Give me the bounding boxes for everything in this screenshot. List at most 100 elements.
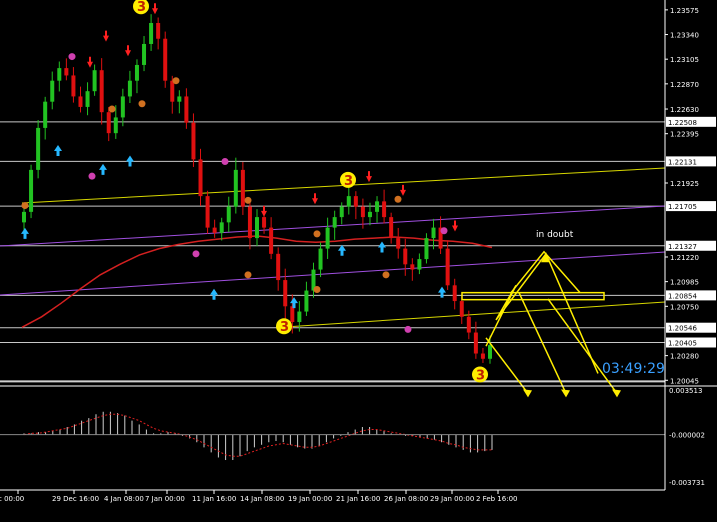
y-tick-label: 1.22630: [670, 106, 699, 114]
candle-body: [403, 248, 408, 265]
y-tick-label: 1.20280: [670, 353, 699, 361]
candle-body: [276, 253, 281, 281]
x-tick-label: 21 Jan 16:00: [336, 495, 380, 503]
candle-body: [332, 217, 337, 228]
fractal-marker-magenta: [221, 157, 229, 165]
candle-body: [417, 259, 422, 270]
fractal-marker-magenta: [440, 227, 448, 235]
candle-body: [113, 117, 118, 134]
fractal-marker-orange: [394, 195, 402, 203]
candle-body: [304, 290, 309, 312]
x-tick-label: 29 Jan 00:00: [430, 495, 474, 503]
x-tick-label: 29 Dec 16:00: [52, 495, 99, 503]
candle-body: [410, 264, 415, 270]
fractal-marker-orange: [313, 230, 321, 238]
y-tick-label: 1.20985: [670, 279, 699, 287]
candle-body: [488, 345, 492, 359]
candle-body: [29, 169, 34, 212]
candle-body: [219, 222, 224, 233]
y-tick-label: 1.23575: [670, 7, 699, 15]
x-tick-label: c 00:00: [0, 495, 24, 503]
candle-body: [466, 316, 471, 333]
candle-body: [247, 206, 252, 239]
candle-body: [57, 68, 62, 81]
y-tick-label: 1.23105: [670, 56, 699, 64]
y-tick-label: 1.21220: [670, 254, 699, 262]
fractal-marker-orange: [138, 100, 146, 108]
candle-body: [262, 217, 267, 228]
candle-body: [452, 285, 457, 302]
wave-3-text: 3: [344, 174, 353, 189]
fractal-marker-orange: [244, 271, 252, 279]
fractal-marker-magenta: [88, 172, 96, 180]
candle-body: [297, 311, 302, 323]
candle-body: [36, 127, 41, 170]
candle-body: [212, 227, 217, 233]
chart-canvas: 1.22508 1.22131 1.21705 1.21327 1.20854 1.205…: [0, 0, 717, 518]
candle-body: [389, 217, 394, 239]
fractal-marker-orange: [21, 202, 29, 210]
candle-body: [445, 248, 450, 286]
y-tick-label: 1.22395: [670, 131, 699, 139]
level-price-label: 1.22131: [668, 158, 697, 166]
candle-body: [226, 206, 231, 223]
candle-body: [459, 301, 464, 317]
wave-3-text: 3: [280, 320, 289, 335]
candle-body: [71, 75, 76, 97]
candle-body: [339, 206, 344, 218]
candle-body: [99, 70, 104, 113]
candle-body: [205, 196, 210, 228]
candle-body: [22, 211, 26, 223]
candle-body: [127, 80, 132, 97]
wave-3-text: 3: [476, 369, 485, 384]
x-tick-label: 2 Feb 16:00: [476, 495, 517, 503]
fractal-marker-orange: [313, 286, 321, 294]
x-tick-label: 26 Jan 08:00: [384, 495, 428, 503]
candle-body: [290, 306, 295, 323]
candle-body: [78, 96, 83, 107]
candle-body: [473, 332, 478, 354]
candle-body: [177, 96, 182, 102]
candle-body: [50, 80, 55, 102]
candle-body: [325, 227, 330, 249]
candle-body: [353, 196, 358, 207]
candle-body: [375, 201, 380, 212]
oscillator-tick-label: -0.000002: [669, 432, 705, 440]
x-tick-label: 11 Jan 16:00: [192, 495, 236, 503]
x-tick-label: 14 Jan 08:00: [240, 495, 284, 503]
in-doubt-annotation: in doubt: [536, 230, 574, 240]
candle-body: [346, 196, 351, 207]
level-price-label: 1.20405: [668, 340, 697, 348]
candle-body: [269, 227, 274, 254]
y-tick-label: 1.23340: [670, 32, 699, 40]
fractal-marker-magenta: [404, 325, 412, 333]
candle-body: [170, 80, 175, 102]
candle-body: [360, 206, 365, 218]
candle-body: [64, 68, 69, 76]
candle-body: [43, 101, 48, 128]
fractal-marker-magenta: [192, 250, 200, 258]
candle-body: [106, 112, 111, 134]
candle-body: [149, 22, 154, 44]
y-tick-label: 1.20750: [670, 303, 699, 311]
candle-body: [283, 280, 288, 307]
wave-3-text: 3: [137, 0, 146, 15]
x-tick-label: 19 Jan 00:00: [288, 495, 332, 503]
candle-body: [367, 211, 372, 218]
fractal-marker-orange: [244, 196, 252, 204]
y-tick-label: 1.20045: [670, 377, 699, 385]
oscillator-tick-label: -0.003731: [669, 479, 705, 487]
x-tick-label: 7 Jan 00:00: [145, 495, 185, 503]
candle-body: [156, 22, 161, 39]
candle-body: [240, 169, 245, 207]
candle-countdown: 03:49:29: [602, 361, 665, 377]
candle-body: [191, 122, 196, 160]
level-price-label: 1.21705: [668, 203, 697, 211]
y-tick-label: 1.22870: [670, 81, 699, 89]
candle-body: [424, 238, 429, 260]
candle-body: [120, 96, 125, 118]
candle-body: [480, 353, 485, 359]
fractal-marker-magenta: [68, 53, 76, 61]
candle-body: [142, 43, 147, 65]
candle-body: [85, 91, 90, 107]
